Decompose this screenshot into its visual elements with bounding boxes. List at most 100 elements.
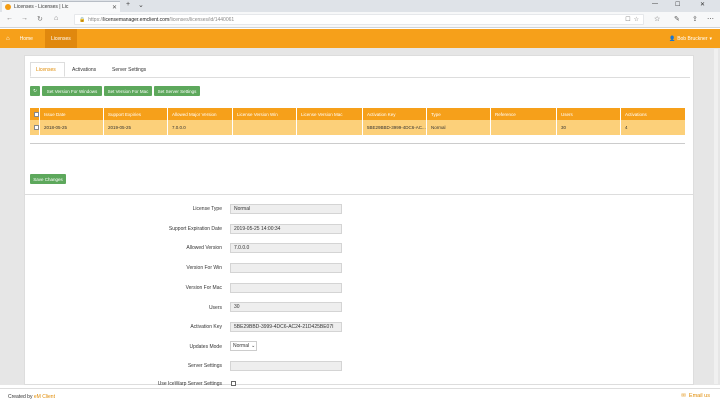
brand-link[interactable]: eM Client: [34, 394, 55, 400]
refresh-page-icon[interactable]: ↻: [37, 15, 43, 23]
nav-licenses-label: Licenses: [51, 35, 71, 42]
activation-key-field[interactable]: 5BE29BBD-3999-4DC6-AC24-21D425BE07I: [230, 322, 342, 332]
set-version-windows-button[interactable]: Set Version For Windows: [42, 86, 102, 96]
cell-license-version-mac: [296, 120, 362, 135]
created-by-text: Created by: [8, 394, 33, 400]
user-icon: 👤: [668, 35, 676, 42]
user-menu[interactable]: 👤 Bob Bruckner ▾: [669, 29, 712, 48]
col-users[interactable]: Users: [556, 108, 620, 120]
select-all-cell[interactable]: [30, 108, 39, 120]
table-header: Issue Date Support Expiries Allowed Majo…: [30, 108, 685, 120]
url-scheme: https://: [88, 16, 104, 23]
cell-license-version-win: [232, 120, 296, 135]
browser-tab-title: Licenses - Licenses | Lic: [14, 4, 69, 10]
server-settings-label: Server Settings: [187, 363, 222, 369]
nav-home-label: Home: [19, 35, 33, 42]
cell-activations: 4: [620, 120, 685, 135]
allowed-version-field[interactable]: 7.0.0.0: [230, 243, 342, 253]
tab-list-button[interactable]: ⌄: [138, 1, 144, 9]
cell-type: Normal: [426, 120, 490, 135]
cell-support-expiries: 2019-05-25: [103, 120, 167, 135]
close-window-icon[interactable]: ✕: [700, 1, 705, 8]
browser-tab-strip: Licenses - Licenses | Lic ✕ + ⌄ — ☐ ✕: [0, 0, 720, 12]
save-changes-button[interactable]: Save Changes: [30, 174, 66, 184]
reading-view-icon[interactable]: ☐: [625, 16, 630, 23]
footer: Created by eM Client ✉ Email us: [0, 388, 720, 405]
tab-divider: [30, 77, 690, 78]
cell-issue-date: 2018-05-25: [39, 120, 103, 135]
set-server-settings-button[interactable]: Set Server Settings: [154, 86, 200, 96]
footer-credit: Created by eM Client: [8, 394, 55, 400]
close-tab-icon[interactable]: ✕: [112, 4, 117, 11]
notes-icon[interactable]: ✎: [674, 15, 680, 23]
url-path: /licenses/licenses/id/1440061: [169, 16, 235, 23]
support-expiration-field[interactable]: 2019-05-25 14:00:34: [230, 224, 342, 234]
version-mac-label: Version For Mac: [185, 285, 222, 291]
favicon-icon: [5, 4, 11, 10]
version-mac-field[interactable]: [230, 283, 342, 293]
updates-mode-select[interactable]: Normal ⌄: [230, 341, 257, 351]
col-allowed-major-version[interactable]: Allowed Major Version: [167, 108, 232, 120]
home-page-icon[interactable]: ⌂: [54, 15, 58, 22]
favorites-hub-icon[interactable]: ☆: [654, 15, 660, 23]
nav-licenses[interactable]: Licenses: [45, 29, 77, 48]
forward-icon[interactable]: →: [21, 15, 28, 22]
col-reference[interactable]: Reference: [490, 108, 556, 120]
maximize-icon[interactable]: ☐: [675, 1, 680, 8]
nav-home[interactable]: ⌂ Home: [0, 29, 39, 48]
col-activations[interactable]: Activations: [620, 108, 685, 120]
allowed-version-label: Allowed Version: [186, 245, 222, 251]
user-name: Bob Bruckner: [677, 35, 708, 42]
version-win-field[interactable]: [230, 263, 342, 273]
more-menu-icon[interactable]: ⋯: [707, 15, 714, 23]
col-license-version-mac[interactable]: License Version Mac: [296, 108, 362, 120]
chevron-down-icon: ⌄: [251, 343, 256, 349]
users-label: Users: [208, 305, 222, 311]
server-settings-field[interactable]: [230, 361, 342, 371]
envelope-icon: ✉: [681, 393, 686, 399]
cell-reference: [490, 120, 556, 135]
browser-tab[interactable]: Licenses - Licenses | Lic ✕: [2, 1, 120, 12]
support-expiration-label: Support Expiration Date: [168, 226, 222, 232]
license-type-field[interactable]: Normal: [230, 204, 342, 214]
cell-allowed-major-version: 7.0.0.0: [167, 120, 232, 135]
col-issue-date[interactable]: Issue Date: [39, 108, 103, 120]
browser-toolbar: ← → ↻ ⌂ 🔒 https:// licensemanager.emclie…: [0, 12, 720, 28]
share-icon[interactable]: ⇪: [692, 15, 698, 23]
home-icon: ⌂: [6, 35, 10, 42]
table-row[interactable]: 2018-05-25 2019-05-25 7.0.0.0 5BE29BBD-3…: [30, 120, 685, 135]
page-scrollbar[interactable]: [714, 49, 718, 384]
col-activation-key[interactable]: Activation Key: [362, 108, 426, 120]
email-us-link[interactable]: ✉ Email us: [681, 393, 710, 399]
tab-activations[interactable]: Activations: [67, 62, 105, 77]
activation-key-label: Activation Key: [190, 324, 222, 330]
updates-mode-value: Normal: [233, 343, 250, 349]
back-icon[interactable]: ←: [6, 15, 13, 22]
url-host: licensemanager.emclient.com: [103, 16, 170, 23]
table-scrollbar[interactable]: [30, 143, 685, 144]
use-server-checkbox[interactable]: [231, 381, 236, 386]
tab-server-settings[interactable]: Server Settings: [107, 62, 157, 77]
updates-mode-label: Updates Mode: [189, 344, 222, 350]
cell-activation-key: 5BE29BBD-3999-4DC6-AC...: [362, 120, 426, 135]
row-select-cell[interactable]: [30, 120, 39, 135]
email-us-label: Email us: [688, 393, 710, 399]
favorite-star-icon[interactable]: ☆: [634, 16, 639, 23]
refresh-button[interactable]: ↻: [30, 86, 40, 96]
lock-icon: 🔒: [79, 16, 86, 23]
app-header: ⌂ Home Licenses 👤 Bob Bruckner ▾: [0, 29, 720, 48]
new-tab-button[interactable]: +: [126, 1, 130, 8]
col-type[interactable]: Type: [426, 108, 490, 120]
minimize-icon[interactable]: —: [652, 1, 658, 7]
license-type-label: License Type: [192, 206, 222, 212]
chevron-down-icon: ▾: [709, 35, 712, 42]
address-bar[interactable]: 🔒 https:// licensemanager.emclient.com /…: [74, 14, 644, 25]
version-win-label: Version For Win: [186, 265, 222, 271]
use-server-label: Use IceWarp Server Settings: [157, 381, 222, 387]
cell-users: 30: [556, 120, 620, 135]
users-field[interactable]: 30: [230, 302, 342, 312]
col-license-version-win[interactable]: License Version Win: [232, 108, 296, 120]
col-support-expiries[interactable]: Support Expiries: [103, 108, 167, 120]
tab-licenses[interactable]: Licenses: [30, 62, 65, 77]
set-version-mac-button[interactable]: Set Version For Mac: [104, 86, 152, 96]
